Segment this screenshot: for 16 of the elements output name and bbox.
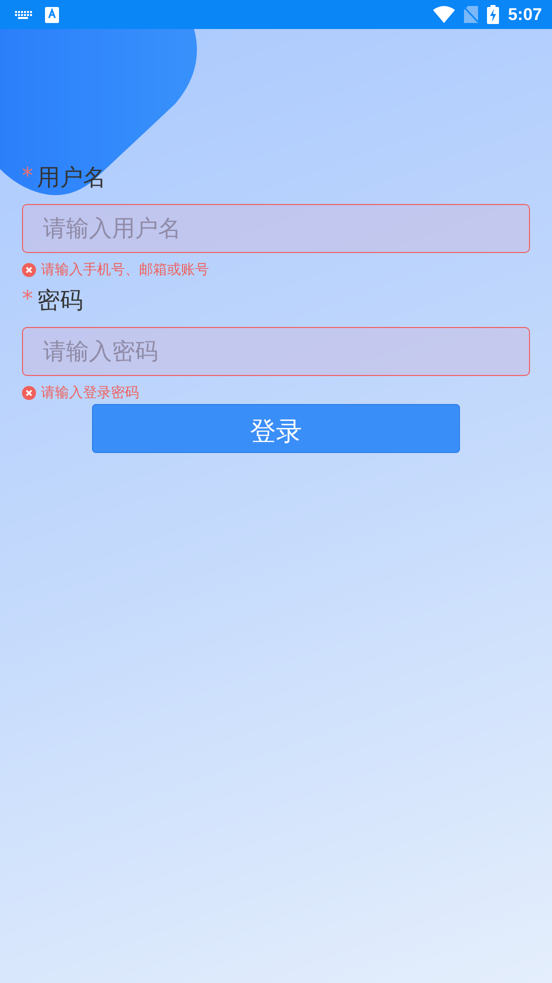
error-message: 请输入登录密码 — [41, 384, 139, 402]
battery-charging-icon — [486, 5, 499, 24]
error-icon — [22, 386, 36, 400]
wifi-icon — [432, 6, 455, 23]
login-button[interactable]: 登录 — [92, 404, 460, 453]
required-asterisk: * — [22, 286, 33, 314]
error-icon — [22, 262, 36, 276]
clock-time: 5:07 — [508, 4, 542, 24]
error-message: 请输入手机号、邮箱或账号 — [41, 260, 209, 278]
input-method-icon — [45, 6, 59, 22]
keyboard-icon — [14, 10, 32, 20]
input-field[interactable]: 请输入密码 — [22, 327, 530, 376]
input-field[interactable]: 请输入用户名 — [22, 204, 530, 253]
no-sim-icon — [464, 6, 478, 23]
field-label: 密码 — [37, 287, 83, 316]
required-asterisk: * — [22, 163, 33, 191]
